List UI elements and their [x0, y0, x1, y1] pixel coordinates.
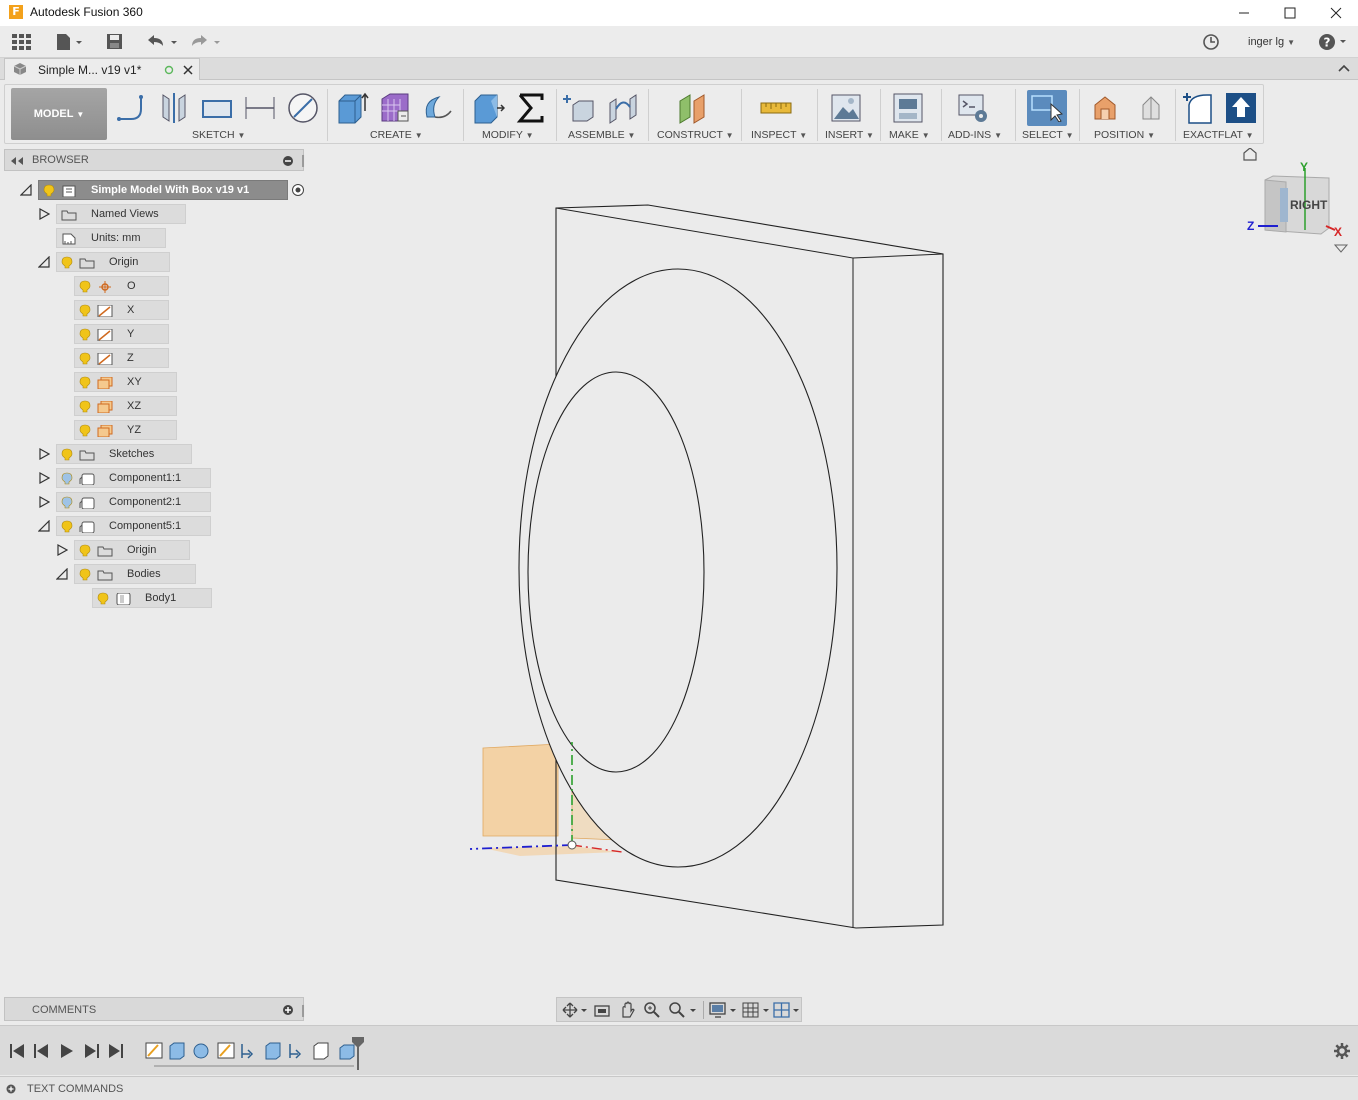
add-comment-icon[interactable] — [282, 1004, 294, 1016]
timeline-sketch-feature-icon-2[interactable] — [217, 1042, 235, 1059]
step-back-icon[interactable] — [34, 1044, 48, 1058]
viewcube-face-label[interactable]: RIGHT — [1290, 198, 1327, 212]
panel-grip-icon: ❙ — [298, 1003, 309, 1017]
display-settings-icon[interactable] — [709, 1001, 739, 1019]
text-commands-title: TEXT COMMANDS — [27, 1083, 124, 1095]
go-to-start-icon[interactable] — [10, 1044, 24, 1058]
timeline-extrude-feature-icon[interactable] — [169, 1042, 185, 1060]
go-to-end-icon[interactable] — [109, 1044, 123, 1058]
viewports-icon[interactable] — [773, 1001, 803, 1019]
step-forward-icon[interactable] — [85, 1044, 99, 1058]
3d-viewport[interactable] — [0, 0, 1358, 1100]
pan-hand-icon[interactable] — [618, 1001, 636, 1019]
viewcube-menu-icon[interactable] — [1333, 244, 1349, 253]
fusion-360-window: F Autodesk Fusion 360 inger lg ▼ ? Simpl… — [0, 0, 1358, 1100]
timeline-settings-gear-icon[interactable] — [1333, 1042, 1351, 1060]
home-view-icon[interactable] — [1243, 148, 1257, 161]
comments-panel-header[interactable]: COMMENTS ❙ — [4, 997, 308, 1021]
text-commands-bar[interactable]: TEXT COMMANDS — [0, 1076, 1358, 1100]
timeline-joint-feature-icon-2[interactable] — [289, 1044, 302, 1059]
outer-circle-edge[interactable] — [518, 268, 838, 868]
expand-text-commands-icon[interactable] — [6, 1084, 16, 1094]
timeline-joint-feature-icon[interactable] — [241, 1044, 254, 1059]
viewcube-highlight — [1280, 188, 1288, 222]
origin-yz-plane[interactable] — [482, 743, 559, 837]
navbar-separator — [703, 1001, 704, 1019]
timeline-features — [145, 1042, 355, 1067]
grid-snap-icon[interactable] — [742, 1001, 772, 1019]
origin-point[interactable] — [567, 840, 577, 850]
viewcube-x-label: X — [1334, 225, 1343, 239]
fit-window-icon[interactable] — [668, 1001, 698, 1019]
timeline-sketch-feature-icon[interactable] — [145, 1042, 163, 1059]
box-body-top-edge — [852, 253, 944, 259]
viewcube-z-label: Z — [1247, 219, 1255, 233]
timeline-bar — [0, 1025, 1358, 1075]
timeline-extrude-feature-icon-2[interactable] — [265, 1042, 281, 1060]
look-at-icon[interactable] — [593, 1002, 611, 1018]
timeline-revolve-feature-icon[interactable] — [193, 1043, 209, 1059]
comments-title: COMMENTS — [32, 1004, 97, 1016]
play-icon[interactable] — [61, 1044, 73, 1058]
orbit-move-icon[interactable] — [562, 1002, 588, 1018]
playback-controls — [10, 1044, 123, 1058]
timeline-marker-icon[interactable] — [351, 1036, 365, 1072]
timeline-body-feature-icon[interactable] — [313, 1042, 329, 1060]
viewcube-y-label: Y — [1300, 160, 1309, 174]
zoom-icon[interactable] — [643, 1001, 661, 1019]
navigation-bar — [556, 997, 802, 1022]
